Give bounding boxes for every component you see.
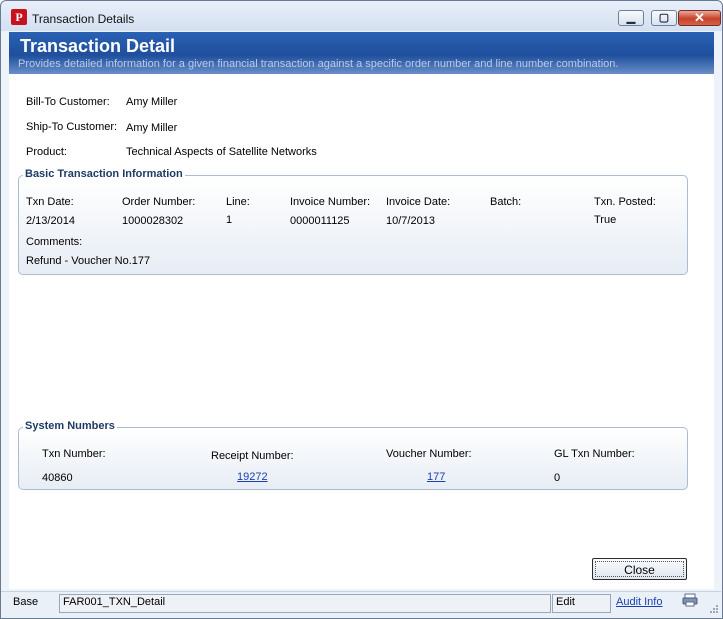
maximize-icon: ▢ (658, 12, 670, 24)
invoice-date-value: 10/7/2013 (386, 215, 435, 227)
status-mode: Edit (552, 594, 611, 613)
title-bar[interactable]: P Transaction Details ▁ ▢ ✕ (1, 1, 722, 31)
page-header: Transaction Detail Provides detailed inf… (9, 32, 714, 74)
invoice-number-value: 0000011125 (290, 215, 350, 227)
app-logo-icon: P (11, 9, 27, 25)
maximize-button[interactable]: ▢ (651, 10, 677, 26)
close-window-button[interactable]: ✕ (678, 10, 721, 26)
minimize-button[interactable]: ▁ (618, 10, 644, 26)
basic-transaction-legend: Basic Transaction Information (23, 168, 185, 180)
window-title: Transaction Details (32, 12, 135, 26)
audit-info-link[interactable]: Audit Info (616, 596, 662, 608)
gl-txn-number-label: GL Txn Number: (554, 448, 635, 460)
resize-grip-icon[interactable] (708, 603, 719, 614)
status-bar: Base FAR001_TXN_Detail Edit Audit Info (1, 591, 721, 618)
receipt-number-link[interactable]: 19272 (237, 471, 268, 483)
product-value: Technical Aspects of Satellite Networks (126, 146, 317, 158)
close-button-label: Close (624, 563, 655, 577)
invoice-date-label: Invoice Date: (386, 196, 451, 208)
bill-to-value: Amy Miller (126, 96, 178, 108)
ship-to-label: Ship-To Customer: (26, 121, 118, 133)
page-subtitle: Provides detailed information for a give… (18, 58, 619, 70)
txn-date-value: 2/13/2014 (26, 215, 75, 227)
printer-icon[interactable] (682, 593, 698, 607)
batch-label: Batch: (490, 196, 522, 208)
voucher-number-link[interactable]: 177 (427, 471, 445, 483)
close-icon: ✕ (694, 10, 705, 25)
txn-number-value: 40860 (42, 472, 73, 484)
status-base: Base (13, 596, 39, 608)
bill-to-label: Bill-To Customer: (26, 96, 110, 108)
receipt-number-label: Receipt Number: (211, 450, 294, 462)
txn-date-label: Txn Date: (26, 196, 74, 208)
content-area (9, 74, 714, 589)
voucher-number-label: Voucher Number: (386, 448, 472, 460)
page-title: Transaction Detail (20, 36, 176, 56)
gl-txn-number-value: 0 (554, 472, 561, 484)
comments-label: Comments: (26, 236, 83, 248)
order-number-value: 1000028302 (122, 215, 184, 227)
txn-number-label: Txn Number: (42, 448, 106, 460)
status-form-name: FAR001_TXN_Detail (59, 594, 551, 613)
invoice-number-label: Invoice Number: (290, 196, 371, 208)
system-numbers-legend: System Numbers (23, 420, 117, 432)
ship-to-value: Amy Miller (126, 122, 178, 134)
line-label: Line: (226, 196, 250, 208)
comments-value: Refund - Voucher No.177 (26, 255, 151, 267)
minimize-icon: ▁ (626, 12, 636, 24)
product-label: Product: (26, 146, 67, 158)
order-number-label: Order Number: (122, 196, 196, 208)
txn-posted-value: True (594, 214, 617, 226)
line-value: 1 (226, 214, 233, 226)
close-button[interactable]: Close (592, 558, 687, 580)
txn-posted-label: Txn. Posted: (594, 196, 656, 208)
